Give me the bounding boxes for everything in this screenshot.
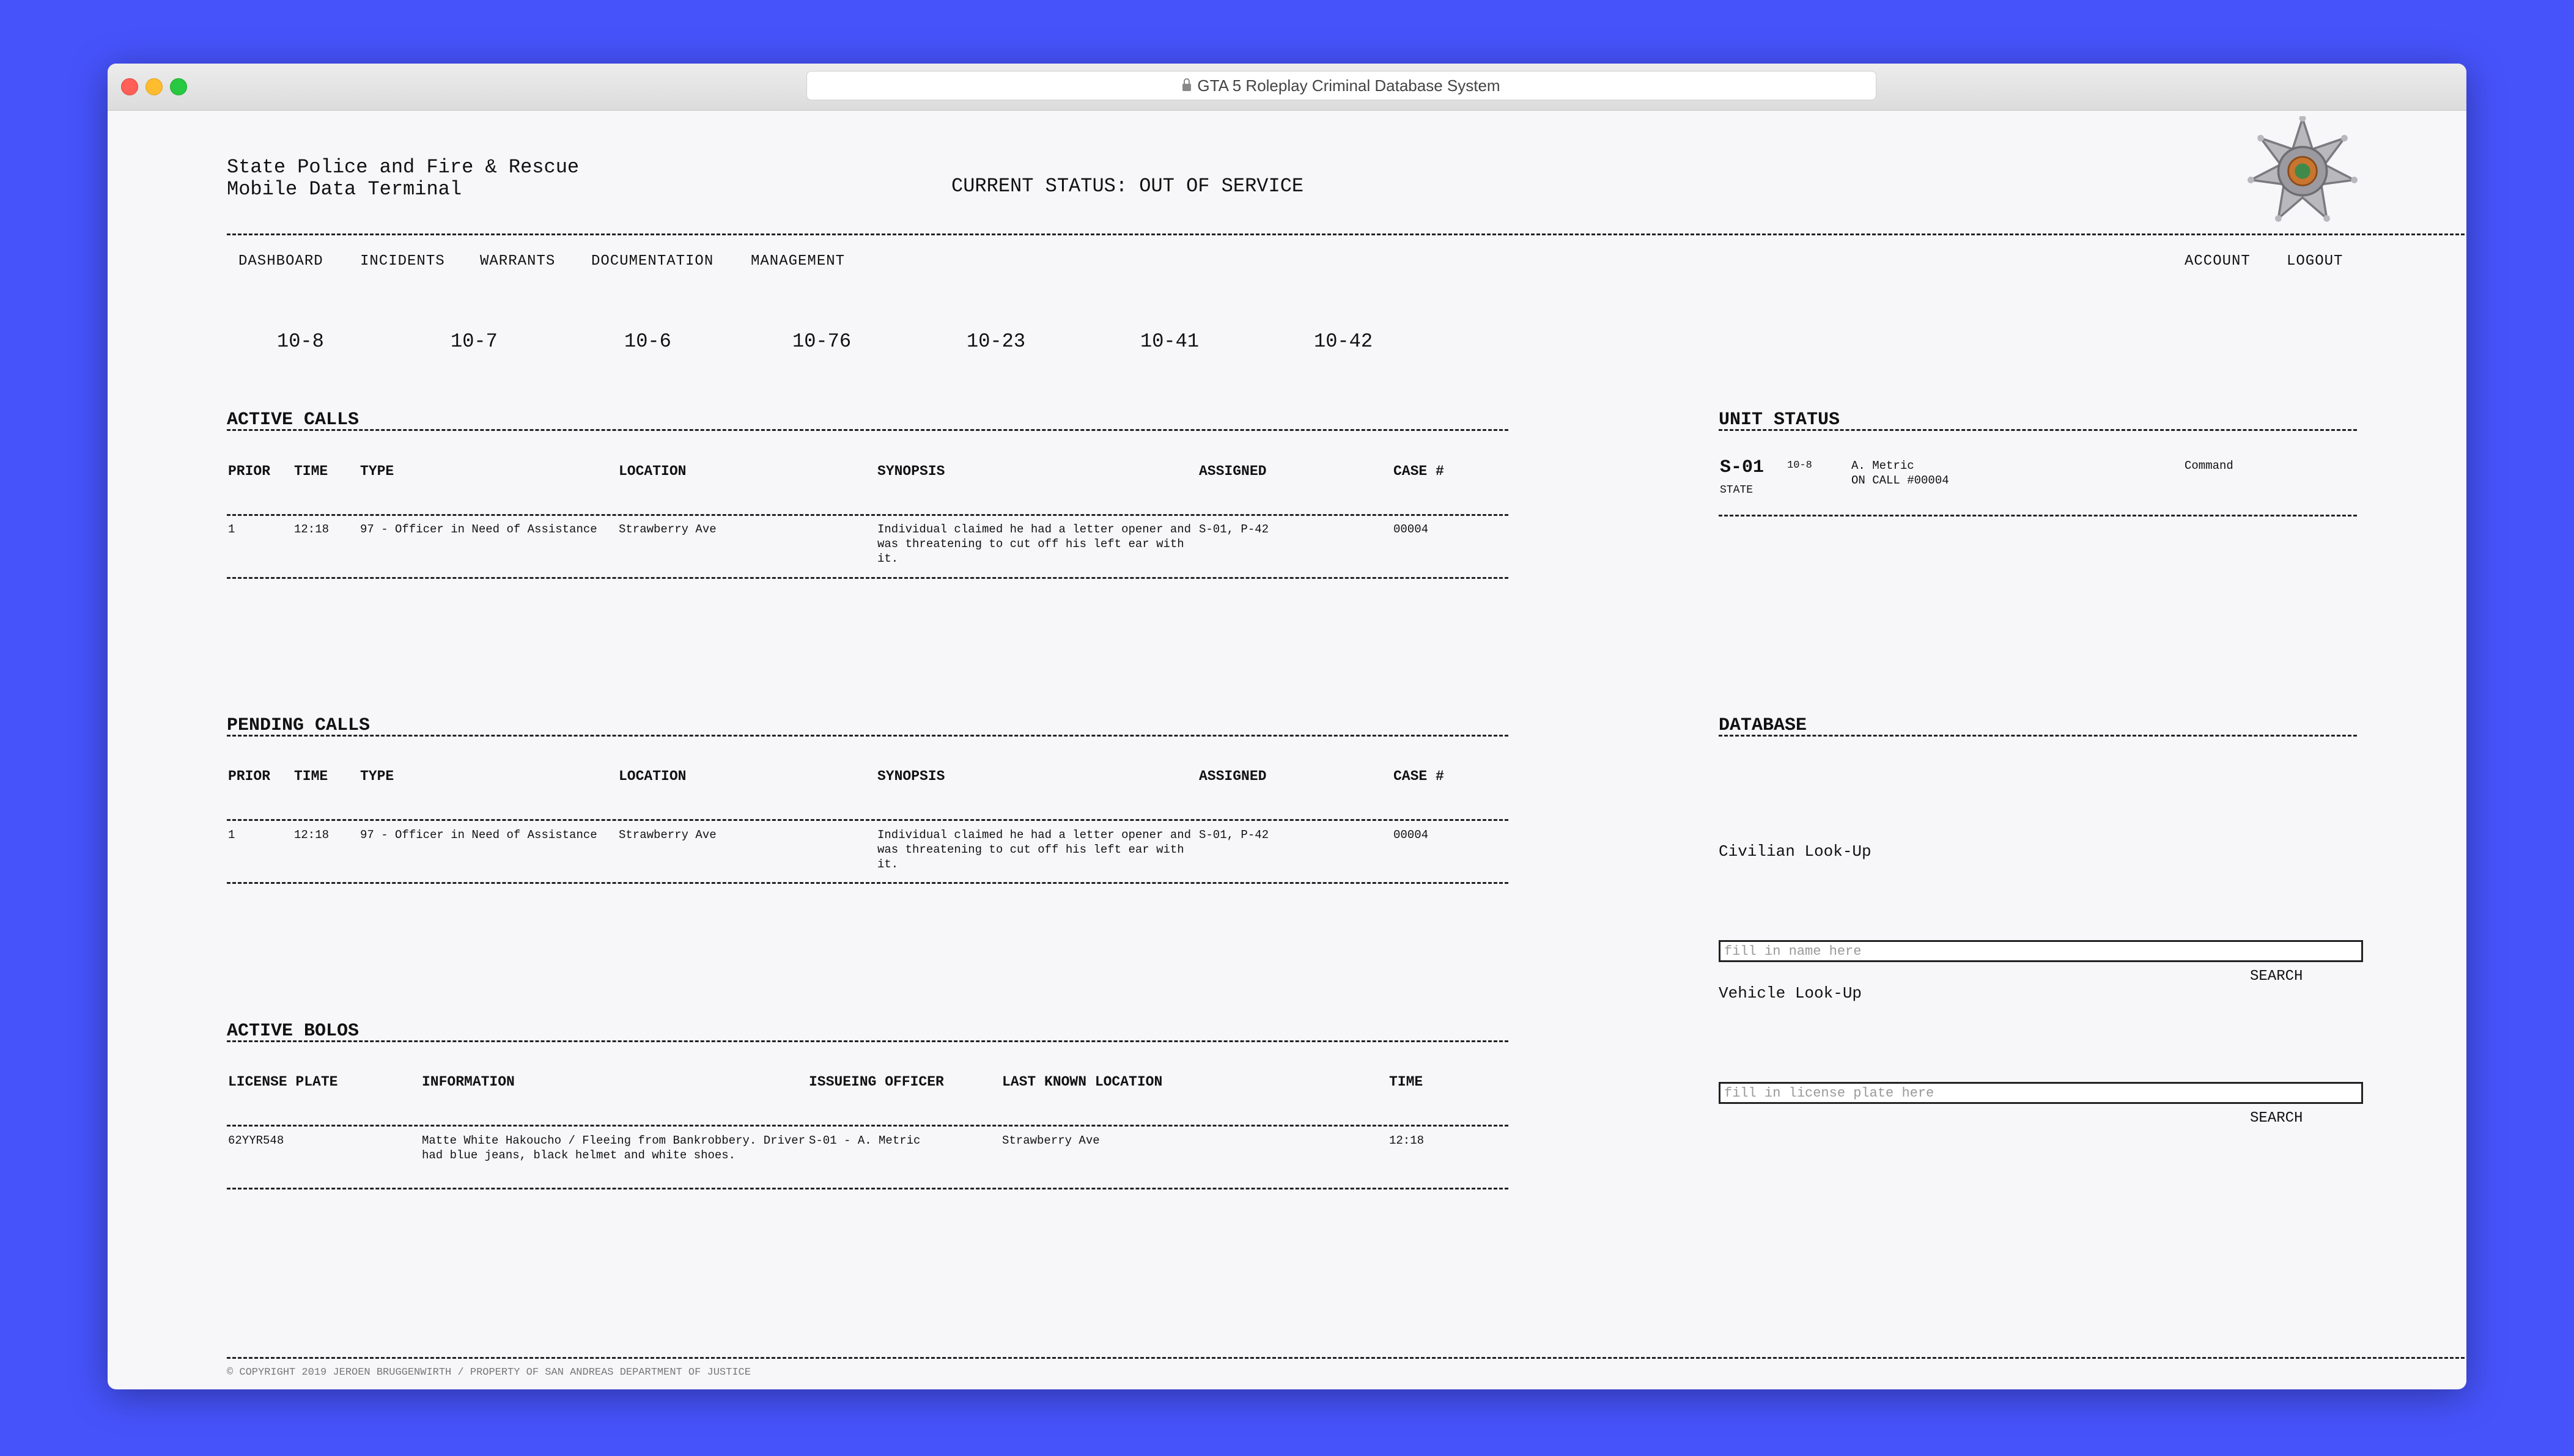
cell-assigned: S-01, P-42 [1199,828,1269,842]
unit-status-title: UNIT STATUS [1719,410,1840,430]
status-code-10-76[interactable]: 10-76 [792,330,851,353]
cell-type: 97 - Officer in Need of Assistance [360,523,597,536]
col-last-known-location: LAST KNOWN LOCATION [1002,1074,1163,1090]
col-time: TIME [294,768,328,784]
nav-logout[interactable]: LOGOUT [2287,253,2343,270]
status-code-10-8[interactable]: 10-8 [277,330,324,353]
nav-documentation[interactable]: DOCUMENTATION [591,253,714,270]
org-line-1: State Police and Fire & Rescue [227,156,580,178]
cell-plate: 62YYR548 [228,1134,284,1147]
col-information: INFORMATION [422,1074,515,1090]
col-assigned: ASSIGNED [1199,463,1267,479]
civilian-search-button[interactable]: SEARCH [2250,968,2303,985]
lock-icon [1182,78,1192,91]
cell-assigned: S-01, P-42 [1199,523,1269,536]
active-calls-header-rule [227,514,1508,516]
nav-account[interactable]: ACCOUNT [2185,253,2251,270]
col-time: TIME [1389,1074,1423,1090]
status-code-10-23[interactable]: 10-23 [967,330,1025,353]
unit-role: Command [2185,459,2233,472]
close-window-button[interactable] [121,78,138,95]
cell-prior: 1 [228,828,235,842]
col-case: CASE # [1393,768,1444,784]
cell-officer: S-01 - A. Metric [809,1134,921,1147]
col-license-plate: LICENSE PLATE [228,1074,338,1090]
cell-location: Strawberry Ave [1002,1134,1100,1147]
status-code-10-41[interactable]: 10-41 [1140,330,1199,353]
unit-callsign: S-01 [1720,457,1765,478]
vehicle-search-button[interactable]: SEARCH [2250,1110,2303,1127]
nav-dashboard[interactable]: DASHBOARD [238,253,323,270]
pending-calls-bottom-rule [227,882,1508,884]
active-calls-title-rule [227,429,1508,431]
col-case: CASE # [1393,463,1444,479]
cell-prior: 1 [228,523,235,536]
cell-synopsis: Individual claimed he had a letter opene… [877,523,1192,565]
active-bolos-title-rule [227,1040,1508,1042]
current-status: CURRENT STATUS: OUT OF SERVICE [951,175,1304,197]
nav-warrants[interactable]: WARRANTS [480,253,555,270]
pending-calls-header-rule [227,819,1508,821]
active-bolos-title: ACTIVE BOLOS [227,1021,360,1042]
col-time: TIME [294,463,328,479]
col-synopsis: SYNOPSIS [877,463,945,479]
title-bar: GTA 5 Roleplay Criminal Database System [108,64,2466,111]
col-issueing-officer: ISSUEING OFFICER [809,1074,944,1090]
org-title: State Police and Fire & Rescue Mobile Da… [227,156,579,200]
address-bar-title: GTA 5 Roleplay Criminal Database System [1197,76,1500,95]
unit-code: 10-8 [1787,460,1812,471]
active-bolos-bottom-rule [227,1188,1508,1189]
cell-type: 97 - Officer in Need of Assistance [360,828,597,842]
col-synopsis: SYNOPSIS [877,768,945,784]
cell-time: 12:18 [1389,1134,1425,1147]
col-location: LOCATION [619,768,687,784]
unit-status-bottom-rule [1719,515,2357,517]
col-location: LOCATION [619,463,687,479]
pending-calls-title-rule [227,735,1508,737]
browser-window: GTA 5 Roleplay Criminal Database System … [108,64,2466,1389]
database-title-rule [1719,735,2357,737]
civilian-lookup-label: Civilian Look-Up [1719,842,1871,861]
status-code-10-7[interactable]: 10-7 [451,330,498,353]
active-calls-bottom-rule [227,577,1508,579]
cell-location: Strawberry Ave [619,828,717,842]
cell-case: 00004 [1393,828,1429,842]
unit-call: ON CALL #00004 [1851,474,1949,487]
col-type: TYPE [360,463,394,479]
cell-time: 12:18 [294,523,330,536]
cell-case: 00004 [1393,523,1429,536]
status-code-10-42[interactable]: 10-42 [1314,330,1373,353]
col-type: TYPE [360,768,394,784]
footer-divider [227,1357,2465,1359]
pending-calls-title: PENDING CALLS [227,715,371,736]
unit-agency: STATE [1720,484,1753,496]
cell-information: Matte White Hakoucho / Fleeing from Bank… [422,1134,806,1162]
page-content: State Police and Fire & Rescue Mobile Da… [108,110,2466,1389]
civilian-search-input[interactable] [1719,940,2363,962]
zoom-window-button[interactable] [170,78,187,95]
vehicle-lookup-label: Vehicle Look-Up [1719,984,1862,1002]
nav-incidents[interactable]: INCIDENTS [360,253,445,270]
col-prior: PRIOR [228,463,271,479]
header-divider [227,233,2465,235]
nav-management[interactable]: MANAGEMENT [751,253,845,270]
cell-time: 12:18 [294,828,330,842]
active-calls-title: ACTIVE CALLS [227,410,360,430]
active-bolos-header-rule [227,1125,1508,1127]
address-bar[interactable]: GTA 5 Roleplay Criminal Database System [806,71,1876,100]
unit-status-title-rule [1719,429,2357,431]
col-assigned: ASSIGNED [1199,768,1267,784]
cell-location: Strawberry Ave [619,523,717,536]
minimize-window-button[interactable] [146,78,163,95]
org-line-2: Mobile Data Terminal [227,178,462,200]
unit-officer-name: A. Metric [1851,459,1914,472]
vehicle-search-input[interactable] [1719,1082,2363,1104]
state-police-star-badge-icon [2248,116,2358,222]
col-prior: PRIOR [228,768,271,784]
status-code-10-6[interactable]: 10-6 [624,330,671,353]
database-title: DATABASE [1719,715,1807,736]
cell-synopsis: Individual claimed he had a letter opene… [877,828,1192,871]
copyright-footer: © COPYRIGHT 2019 JEROEN BRUGGENWIRTH / P… [227,1367,751,1378]
